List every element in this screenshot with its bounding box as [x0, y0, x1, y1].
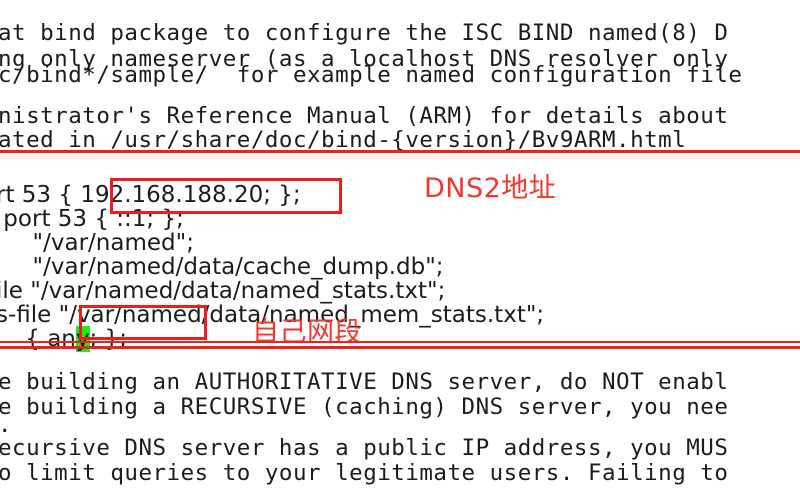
code-line: at bind package to configure the ISC BIN… — [0, 20, 729, 46]
listen-on-v6-line: port 53 { ::1; }; — [0, 206, 184, 232]
tint-strip-top — [0, 153, 800, 159]
listen-on-prefix: rt 53 { — [0, 182, 81, 208]
code-line: ecursive DNS server has a public IP addr… — [0, 435, 729, 461]
code-line: e building an AUTHORITATIVE DNS server, … — [0, 369, 729, 395]
screenshot-root: at bind package to configure the ISC BIN… — [0, 0, 800, 500]
section-divider-bottom-b — [0, 346, 800, 349]
code-line: o limit queries to your legitimate users… — [0, 460, 729, 486]
annotation-label-own-network-segment: 自己网段 — [252, 317, 362, 348]
dns2-ip-value[interactable]: 192.168.188.20 — [80, 182, 263, 208]
code-line: nistrator's Reference Manual (ARM) for d… — [0, 103, 729, 129]
directory-line: "/var/named"; — [0, 230, 194, 256]
code-line: e building a RECURSIVE (caching) DNS ser… — [0, 394, 729, 420]
annotation-label-dns2-address: DNS2地址 — [424, 173, 557, 204]
code-line: c/bind*/sample/ for example named config… — [0, 62, 743, 88]
statistics-file-line: ile "/var/named/data/named_stats.txt"; — [0, 278, 446, 304]
section-divider-bottom-a — [0, 341, 800, 343]
listen-on-suffix: ; }; — [263, 182, 301, 208]
dump-file-line: "/var/named/data/cache_dump.db"; — [0, 254, 444, 280]
listen-on-line: rt 53 { 192.168.188.20; }; — [0, 182, 301, 208]
